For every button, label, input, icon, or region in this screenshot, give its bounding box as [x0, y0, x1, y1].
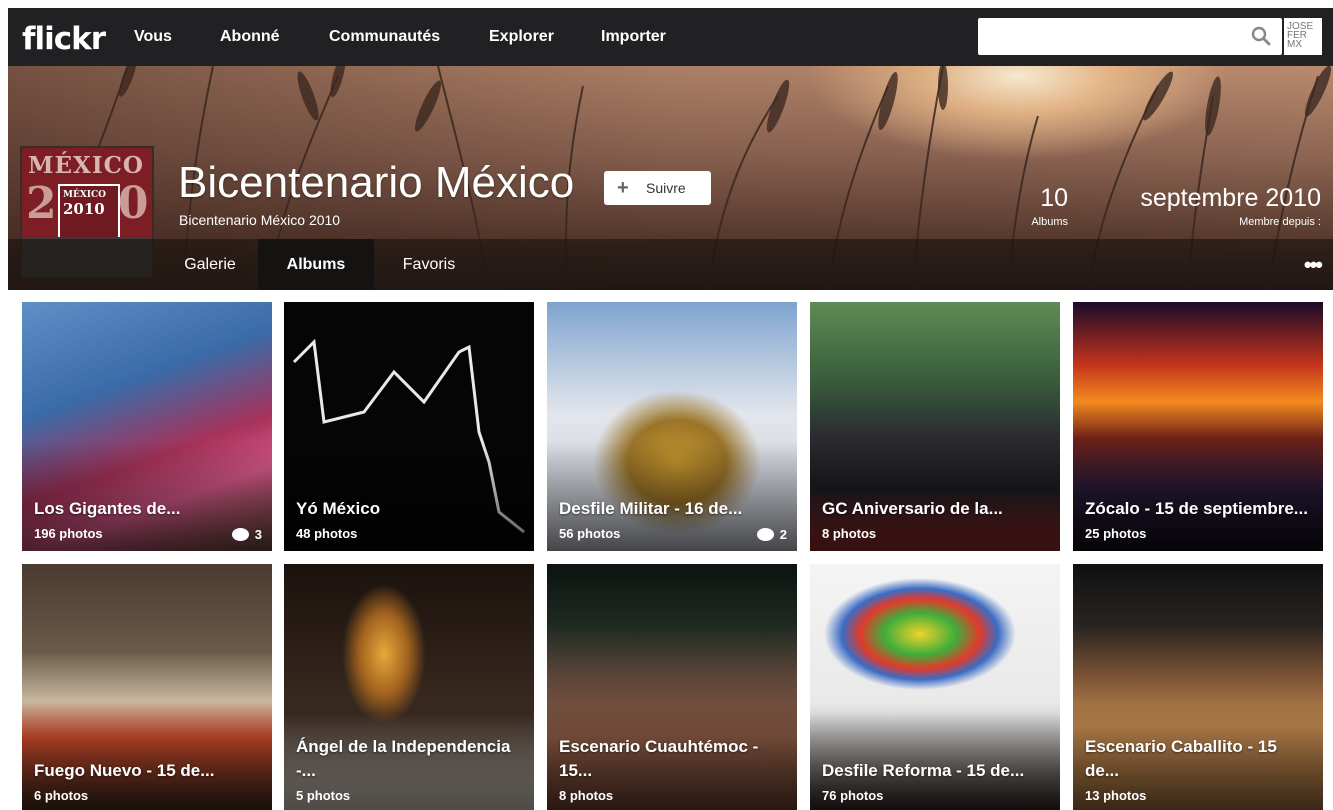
album-photo-count: 13 photos — [1085, 788, 1147, 803]
nav-link-communautes[interactable]: Communautés — [329, 28, 440, 46]
comment-bubble-icon — [756, 528, 774, 541]
buddy-badge-text-year: 2010 — [63, 200, 105, 218]
album-photo-count: 8 photos — [559, 788, 614, 803]
profile-cover: MÉXICO 2010 MÉXICO 2010 Bicentenario Méx… — [8, 66, 1333, 290]
album-comment-count: 3 — [231, 526, 262, 542]
album-title: Escenario Caballito - 15 de... — [1085, 737, 1277, 780]
buddy-icon-badge: MÉXICO 2010 — [58, 184, 120, 244]
album-title: Los Gigantes de... — [34, 499, 181, 518]
top-navigation-bar: flickr Vous Abonné Communautés Explorer … — [8, 8, 1333, 66]
user-avatar[interactable]: JOSE FER MX — [1284, 18, 1322, 55]
album-tile[interactable]: GC Aniversario de la... 8 photos — [810, 302, 1060, 551]
album-tile[interactable]: Escenario Cuauhtémoc - 15... 8 photos — [547, 564, 797, 810]
album-title: Desfile Militar - 16 de... — [559, 499, 743, 518]
nav-link-explorer[interactable]: Explorer — [489, 28, 554, 46]
album-photo-count: 8 photos — [822, 526, 877, 541]
buddy-icon-text-mexico: MÉXICO — [28, 152, 144, 179]
follow-button[interactable]: + Suivre — [604, 171, 711, 205]
album-comment-count: 2 — [756, 526, 787, 542]
album-tile[interactable]: Yó México 48 photos — [284, 302, 534, 551]
albums-count: 10 — [1040, 184, 1068, 212]
album-title: Ángel de la Independencia -... — [296, 737, 511, 780]
album-title: Desfile Reforma - 15 de... — [822, 761, 1025, 780]
album-photo-count: 6 photos — [34, 788, 89, 803]
album-photo-count: 76 photos — [822, 788, 884, 803]
nav-link-abonne[interactable]: Abonné — [220, 28, 280, 46]
more-options-icon[interactable]: ••• — [1304, 252, 1323, 278]
album-tile[interactable]: Desfile Reforma - 15 de... 76 photos — [810, 564, 1060, 810]
album-tile[interactable]: Desfile Militar - 16 de... 56 photos 2 — [547, 302, 797, 551]
album-title: Yó México — [296, 499, 381, 518]
album-title: Zócalo - 15 de septiembre... — [1085, 499, 1308, 518]
comment-bubble-icon — [231, 528, 249, 541]
album-tile[interactable]: Zócalo - 15 de septiembre... 25 photos — [1073, 302, 1323, 551]
album-tile[interactable]: Escenario Caballito - 15 de... 13 photos — [1073, 564, 1323, 810]
tab-favoris[interactable]: Favoris — [378, 239, 480, 290]
nav-link-importer[interactable]: Importer — [601, 28, 666, 46]
member-since-value: septembre 2010 — [1140, 184, 1321, 212]
nav-link-vous[interactable]: Vous — [134, 28, 172, 46]
album-tile[interactable]: Los Gigantes de... 196 photos 3 — [22, 302, 272, 551]
album-tile[interactable]: Fuego Nuevo - 15 de... 6 photos — [22, 564, 272, 810]
profile-name: Bicentenario México — [178, 158, 575, 207]
flickr-logo[interactable]: flickr — [22, 21, 106, 57]
album-photo-count: 56 photos — [559, 526, 621, 541]
albums-count-label: Albums — [1031, 216, 1068, 228]
album-photo-count: 196 photos — [34, 526, 103, 541]
profile-tabs: Galerie Albums Favoris ••• — [8, 239, 1333, 290]
album-title: Escenario Cuauhtémoc - 15... — [559, 737, 759, 780]
search-icon[interactable] — [1250, 25, 1272, 47]
album-photo-count: 5 photos — [296, 788, 351, 803]
follow-button-label: Suivre — [646, 180, 686, 196]
tab-galerie[interactable]: Galerie — [166, 239, 254, 290]
album-photo-count: 25 photos — [1085, 526, 1147, 541]
plus-icon: + — [617, 177, 629, 199]
buddy-badge-text-mexico: MÉXICO — [63, 190, 107, 200]
album-title: GC Aniversario de la... — [822, 499, 1003, 518]
tab-albums[interactable]: Albums — [258, 239, 374, 290]
search-input[interactable] — [978, 18, 1282, 55]
album-photo-count: 48 photos — [296, 526, 358, 541]
member-since-label: Membre depuis : — [1239, 216, 1321, 228]
album-title: Fuego Nuevo - 15 de... — [34, 761, 215, 780]
album-tile[interactable]: Ángel de la Independencia -... 5 photos — [284, 564, 534, 810]
profile-subtitle: Bicentenario México 2010 — [179, 212, 341, 228]
